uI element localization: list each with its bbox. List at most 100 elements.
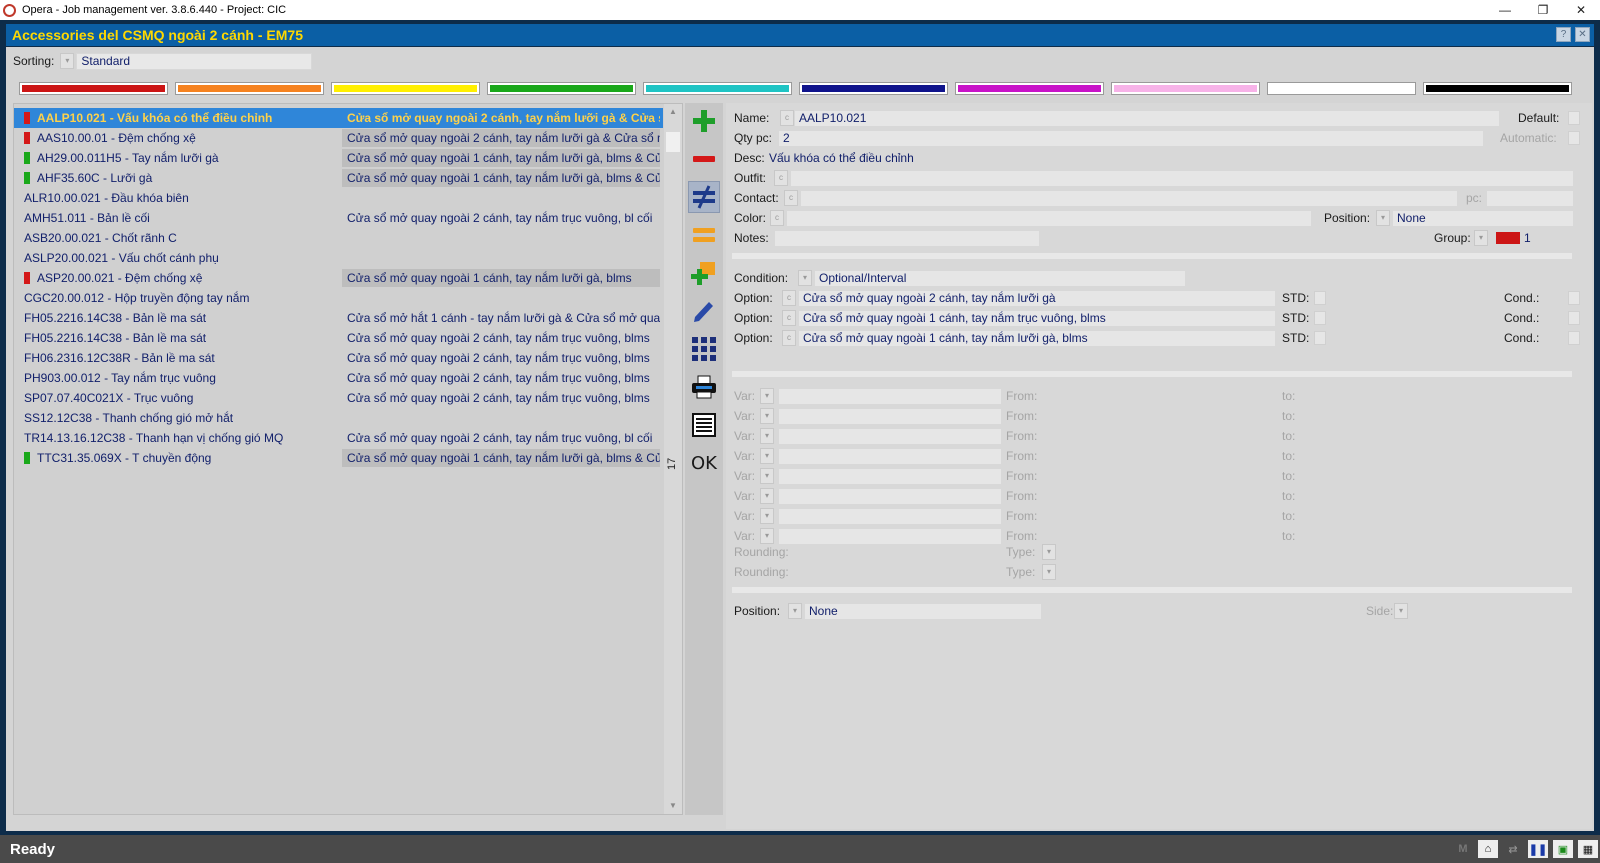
list-scrollbar[interactable]: ▲ 17 ▼ [664,104,682,814]
list-row[interactable]: TR14.13.16.12C38 - Thanh hạn vị chống gi… [14,428,663,448]
notes-field[interactable] [774,230,1040,247]
color-filter-swatch[interactable] [800,83,947,94]
std-checkbox[interactable] [1314,331,1326,345]
var-dropdown[interactable]: ▾ [760,428,774,444]
network-icon[interactable]: ⇄ [1503,840,1523,858]
sorting-select[interactable]: Standard [76,52,313,70]
list-row[interactable]: AH29.00.011H5 - Tay nắm lưỡi gà Cửa sổ mở… [14,148,663,168]
var-field[interactable] [778,508,1002,525]
condition-dropdown[interactable]: ▾ [798,270,812,286]
var-dropdown[interactable]: ▾ [760,528,774,544]
pause-icon[interactable]: ❚❚ [1528,840,1548,858]
list-row[interactable]: AHF35.60C - Lưỡi gà Cửa sổ mở quay ngoài … [14,168,663,188]
m-icon[interactable]: M [1453,840,1473,858]
condition-select[interactable]: Optional/Interval [814,270,1186,287]
var-field[interactable] [778,488,1002,505]
automatic-checkbox[interactable] [1568,131,1580,145]
list-view-button[interactable] [688,409,720,441]
std-checkbox[interactable] [1314,291,1326,305]
group-dropdown[interactable]: ▾ [1474,230,1488,246]
var-field[interactable] [778,448,1002,465]
list-row[interactable]: FH05.2216.14C38 - Bản lề ma sát Cửa sổ mở… [14,308,663,328]
list-row[interactable]: ASP20.00.021 - Đệm chống xệ Cửa sổ mở qua… [14,268,663,288]
list-row[interactable]: AMH51.011 - Bản lề cối Cửa sổ mở quay ngo… [14,208,663,228]
list-row[interactable]: AAS10.00.01 - Đệm chống xệ Cửa sổ mở quay… [14,128,663,148]
var-field[interactable] [778,468,1002,485]
var-field[interactable] [778,388,1002,405]
color-dropdown[interactable]: c [770,210,784,226]
not-equal-button[interactable] [688,181,720,213]
help-button[interactable]: ? [1556,27,1571,42]
var-dropdown[interactable]: ▾ [760,488,774,504]
add-copy-button[interactable] [688,257,720,289]
var-dropdown[interactable]: ▾ [760,408,774,424]
option-field[interactable]: Cửa sổ mở quay ngoài 2 cánh, tay nắm lưỡ… [798,290,1276,307]
color-filter-swatch[interactable] [644,83,791,94]
hat-icon[interactable]: ⌂ [1478,840,1498,858]
name-dropdown[interactable]: c [780,110,794,126]
default-checkbox[interactable] [1568,111,1580,125]
var-dropdown[interactable]: ▾ [760,448,774,464]
color-filter-swatch[interactable] [176,83,323,94]
list-row[interactable]: AALP10.021 - Vấu khóa có thể điều chỉnh C… [14,108,663,128]
color-field[interactable] [786,210,1312,227]
outfit-field[interactable] [790,170,1574,187]
list-row[interactable]: FH06.2316.12C38R - Bản lề ma sát Cửa sổ m… [14,348,663,368]
option-dropdown[interactable]: c [782,330,796,346]
close-window-button[interactable]: ✕ [1562,0,1600,20]
scroll-thumb[interactable] [666,132,680,152]
contact-field[interactable] [800,190,1458,207]
list-row[interactable]: ALR10.00.021 - Đầu khóa biên [14,188,663,208]
option-field[interactable]: Cửa sổ mở quay ngoài 1 cánh, tay nắm trụ… [798,310,1276,327]
option-field[interactable]: Cửa sổ mở quay ngoài 1 cánh, tay nắm lưỡ… [798,330,1276,347]
color-filter-swatch[interactable] [1112,83,1259,94]
sorting-dropdown-arrow[interactable]: ▾ [60,53,75,69]
position-dropdown[interactable]: ▾ [1376,210,1390,226]
scroll-up-arrow[interactable]: ▲ [664,104,682,120]
qty-field[interactable]: 2 [778,130,1484,147]
scroll-down-arrow[interactable]: ▼ [664,798,682,814]
var-field[interactable] [778,428,1002,445]
restore-button[interactable]: ❐ [1524,0,1562,20]
var-field[interactable] [778,408,1002,425]
side-dropdown[interactable]: ▾ [1394,603,1408,619]
color-filter-swatch[interactable] [488,83,635,94]
list-row[interactable]: SS12.12C38 - Thanh chống gió mở hắt [14,408,663,428]
ok-button[interactable]: OK [688,447,720,479]
export-icon[interactable]: ▣ [1553,840,1573,858]
cond-checkbox[interactable] [1568,291,1580,305]
var-field[interactable] [778,528,1002,545]
list-row[interactable]: FH05.2216.14C38 - Bản lề ma sát Cửa sổ mở… [14,328,663,348]
add-button[interactable] [688,105,720,137]
list-row[interactable]: PH903.00.012 - Tay nắm trục vuông Cửa sổ … [14,368,663,388]
close-panel-button[interactable]: ✕ [1575,27,1590,42]
minimize-button[interactable]: — [1486,0,1524,20]
var-dropdown[interactable]: ▾ [760,388,774,404]
color-filter-swatch[interactable] [1268,83,1415,94]
name-field[interactable]: AALP10.021 [794,110,1500,127]
list-row[interactable]: SP07.07.40C021X - Trục vuông Cửa sổ mở qu… [14,388,663,408]
cond-checkbox[interactable] [1568,311,1580,325]
type-dropdown[interactable]: ▾ [1042,564,1056,580]
list-row[interactable]: ASLP20.00.021 - Vấu chốt cánh phụ [14,248,663,268]
color-filter-swatch[interactable] [20,83,167,94]
position-select[interactable]: None [1392,210,1574,227]
pc-field[interactable] [1486,190,1574,207]
grid-button[interactable] [688,333,720,365]
var-dropdown[interactable]: ▾ [760,508,774,524]
edit-button[interactable] [688,295,720,327]
option-dropdown[interactable]: c [782,290,796,306]
equal-button[interactable] [688,219,720,251]
cond-checkbox[interactable] [1568,331,1580,345]
option-dropdown[interactable]: c [782,310,796,326]
color-filter-swatch[interactable] [1424,83,1571,94]
type-dropdown[interactable]: ▾ [1042,544,1056,560]
std-checkbox[interactable] [1314,311,1326,325]
list-row[interactable]: TTC31.35.069X - T chuyền động Cửa sổ mở q… [14,448,663,468]
calculator-icon[interactable]: ▦ [1578,840,1598,858]
remove-button[interactable] [688,143,720,175]
outfit-dropdown[interactable]: c [774,170,788,186]
color-filter-swatch[interactable] [956,83,1103,94]
print-button[interactable] [688,371,720,403]
list-row[interactable]: ASB20.00.021 - Chốt rãnh C [14,228,663,248]
